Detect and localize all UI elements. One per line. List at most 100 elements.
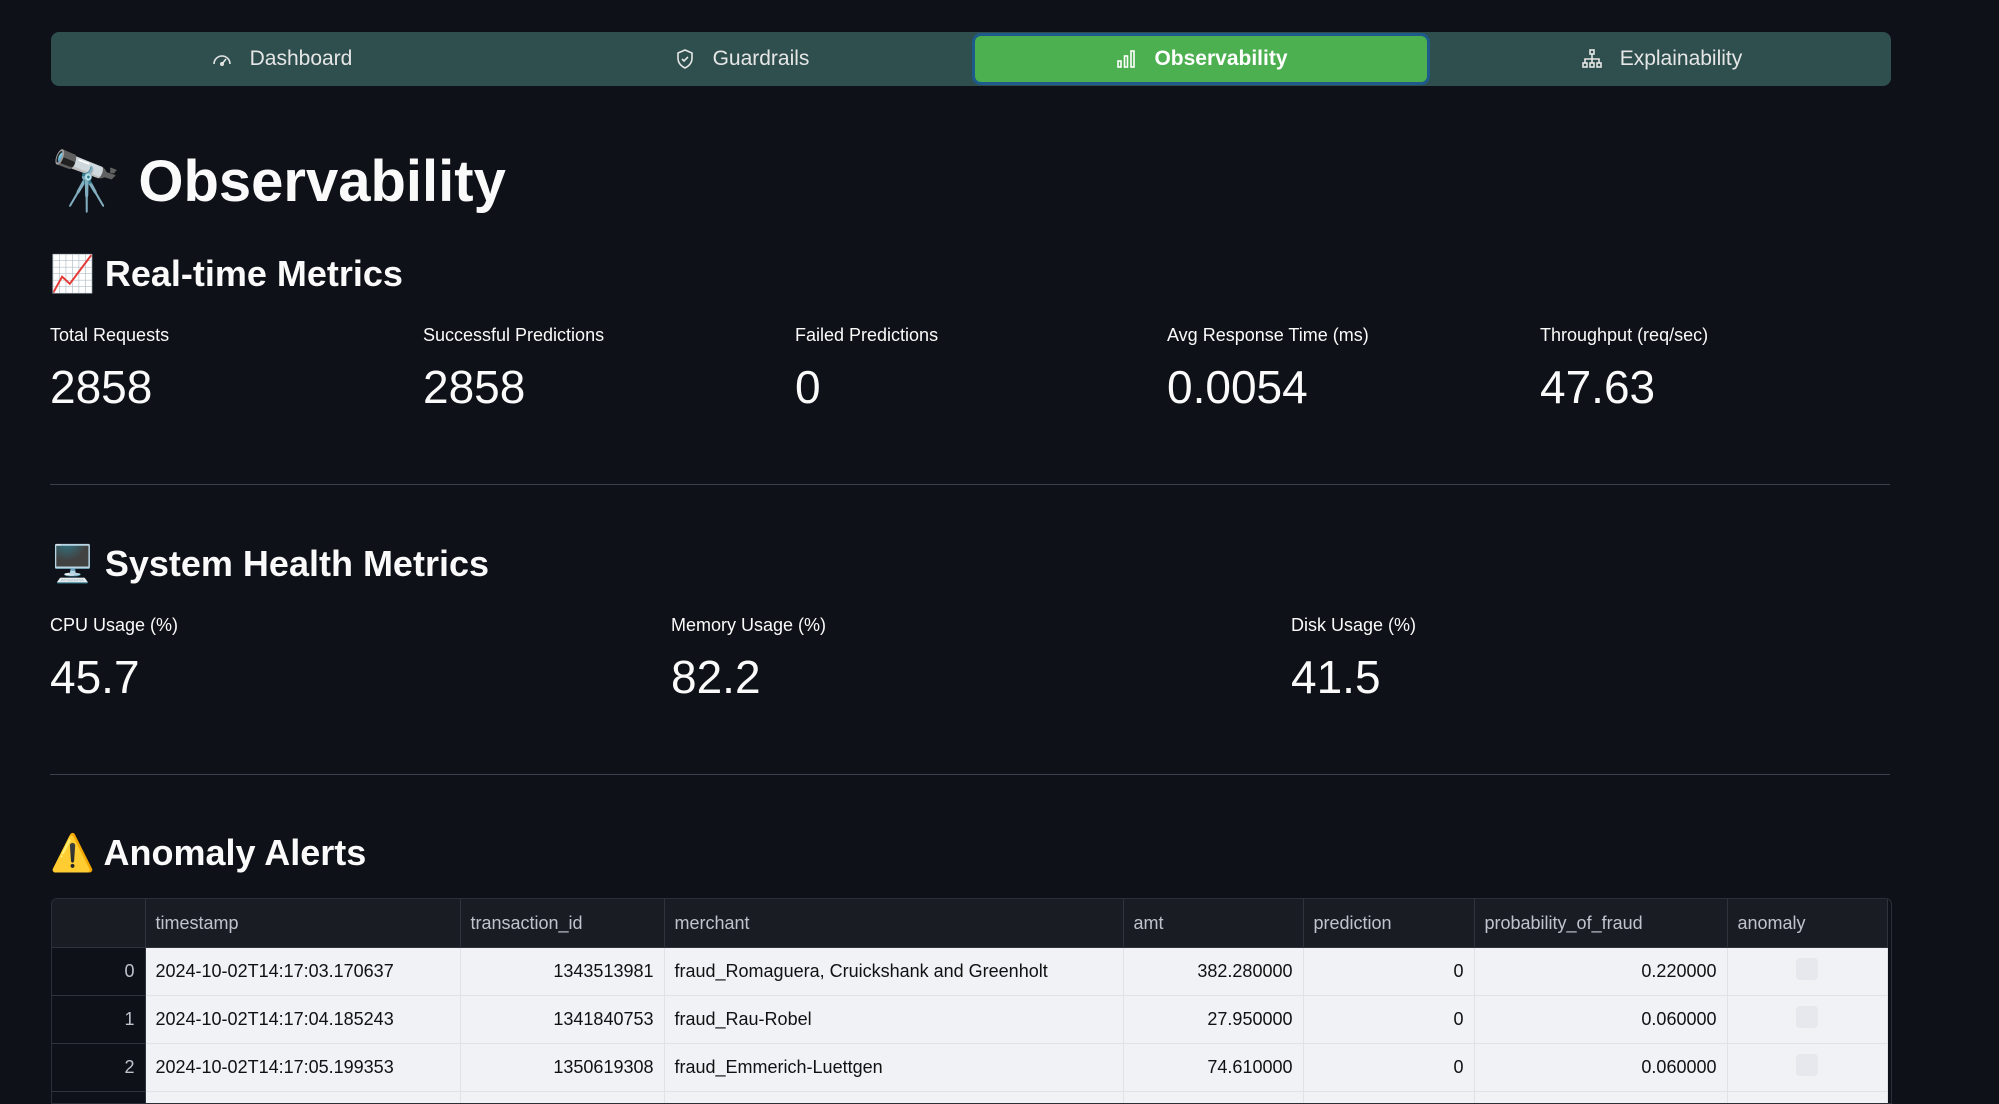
metric-value: 41.5 [1291, 649, 1416, 705]
nav-tab-label: Observability [1154, 47, 1287, 71]
system-health-heading: 🖥️ System Health Metrics [50, 541, 489, 588]
table-row[interactable]: 0 2024-10-02T14:17:03.170637 1343513981 … [52, 948, 1887, 996]
anomaly-table[interactable]: timestamp transaction_id merchant amt pr… [51, 898, 1892, 1104]
metric-value: 47.63 [1540, 359, 1708, 415]
metric-throughput: Throughput (req/sec) 47.63 [1540, 323, 1708, 415]
metric-label: Successful Predictions [423, 323, 604, 347]
metric-value: 2858 [50, 359, 169, 415]
metric-failed-predictions: Failed Predictions 0 [795, 323, 938, 415]
metric-label: Throughput (req/sec) [1540, 323, 1708, 347]
metric-avg-response-time: Avg Response Time (ms) 0.0054 [1167, 323, 1369, 415]
amt-cell[interactable]: 74.610000 [1123, 1044, 1303, 1092]
transaction-id-cell[interactable]: 1343513981 [460, 948, 664, 996]
table-row[interactable] [52, 1092, 1887, 1104]
bar-chart-icon [1114, 47, 1138, 71]
nav-tab-explainability[interactable]: Explainability [1435, 36, 1887, 82]
anomaly-checkbox[interactable] [1796, 958, 1818, 980]
table-row[interactable]: 2 2024-10-02T14:17:05.199353 1350619308 … [52, 1044, 1887, 1092]
anomaly-alerts-heading: ⚠️ Anomaly Alerts [50, 830, 366, 877]
transaction-id-cell[interactable]: 1350619308 [460, 1044, 664, 1092]
metric-label: Total Requests [50, 323, 169, 347]
amt-cell[interactable]: 382.280000 [1123, 948, 1303, 996]
probability-cell[interactable]: 0.060000 [1474, 1044, 1727, 1092]
column-header[interactable]: anomaly [1727, 899, 1887, 948]
prediction-cell[interactable]: 0 [1303, 1044, 1474, 1092]
metric-successful-predictions: Successful Predictions 2858 [423, 323, 604, 415]
metric-label: Memory Usage (%) [671, 613, 826, 637]
realtime-metrics-heading: 📈 Real-time Metrics [50, 251, 403, 298]
amt-cell[interactable]: 27.950000 [1123, 996, 1303, 1044]
shield-icon [673, 47, 697, 71]
table-cell[interactable] [1474, 1092, 1727, 1104]
row-index: 2 [52, 1044, 145, 1092]
table-cell[interactable] [145, 1092, 460, 1104]
prediction-cell[interactable]: 0 [1303, 996, 1474, 1044]
merchant-cell[interactable]: fraud_Rau-Robel [664, 996, 1123, 1044]
metric-label: CPU Usage (%) [50, 613, 178, 637]
table-cell[interactable] [1123, 1092, 1303, 1104]
metric-memory-usage: Memory Usage (%) 82.2 [671, 613, 826, 705]
column-header[interactable]: probability_of_fraud [1474, 899, 1727, 948]
column-header[interactable]: amt [1123, 899, 1303, 948]
prediction-cell[interactable]: 0 [1303, 948, 1474, 996]
anomaly-checkbox[interactable] [1796, 1054, 1818, 1076]
anomaly-cell[interactable] [1727, 948, 1887, 996]
nav-tab-label: Dashboard [250, 47, 353, 71]
section-title-text: Real-time Metrics [105, 253, 403, 294]
row-index [52, 1092, 145, 1104]
page-title-text: Observability [138, 149, 505, 214]
anomaly-cell[interactable] [1727, 996, 1887, 1044]
nav-tab-label: Explainability [1620, 47, 1743, 71]
nav-tab-guardrails[interactable]: Guardrails [515, 36, 967, 82]
section-divider [50, 774, 1890, 775]
column-header[interactable]: timestamp [145, 899, 460, 948]
section-title-text: Anomaly Alerts [104, 832, 367, 873]
merchant-cell[interactable]: fraud_Emmerich-Luettgen [664, 1044, 1123, 1092]
row-index: 1 [52, 996, 145, 1044]
nav-tab-dashboard[interactable]: Dashboard [55, 36, 507, 82]
metric-value: 45.7 [50, 649, 178, 705]
metric-cpu-usage: CPU Usage (%) 45.7 [50, 613, 178, 705]
section-divider [50, 484, 1890, 485]
page-title: 🔭 Observability [50, 145, 506, 218]
chart-increasing-icon: 📈 [50, 254, 95, 295]
timestamp-cell[interactable]: 2024-10-02T14:17:03.170637 [145, 948, 460, 996]
telescope-icon: 🔭 [50, 147, 122, 215]
row-index: 0 [52, 948, 145, 996]
gauge-icon [210, 47, 234, 71]
column-header[interactable]: merchant [664, 899, 1123, 948]
metric-value: 0 [795, 359, 938, 415]
warning-icon: ⚠️ [50, 833, 95, 874]
table-cell[interactable] [460, 1092, 664, 1104]
section-title-text: System Health Metrics [105, 543, 489, 584]
probability-cell[interactable]: 0.220000 [1474, 948, 1727, 996]
nav-tab-observability[interactable]: Observability [975, 36, 1427, 82]
transaction-id-cell[interactable]: 1341840753 [460, 996, 664, 1044]
metric-total-requests: Total Requests 2858 [50, 323, 169, 415]
desktop-computer-icon: 🖥️ [50, 544, 95, 585]
metric-label: Failed Predictions [795, 323, 938, 347]
top-navigation: Dashboard Guardrails Observability Expla… [51, 32, 1891, 86]
timestamp-cell[interactable]: 2024-10-02T14:17:05.199353 [145, 1044, 460, 1092]
timestamp-cell[interactable]: 2024-10-02T14:17:04.185243 [145, 996, 460, 1044]
table-header-row: timestamp transaction_id merchant amt pr… [52, 899, 1887, 948]
probability-cell[interactable]: 0.060000 [1474, 996, 1727, 1044]
index-column-header [52, 899, 145, 948]
column-header[interactable]: prediction [1303, 899, 1474, 948]
column-header[interactable]: transaction_id [460, 899, 664, 948]
table-cell[interactable] [1303, 1092, 1474, 1104]
nav-tab-label: Guardrails [713, 47, 810, 71]
merchant-cell[interactable]: fraud_Romaguera, Cruickshank and Greenho… [664, 948, 1123, 996]
table-row[interactable]: 1 2024-10-02T14:17:04.185243 1341840753 … [52, 996, 1887, 1044]
hierarchy-icon [1580, 47, 1604, 71]
metric-label: Disk Usage (%) [1291, 613, 1416, 637]
metric-value: 0.0054 [1167, 359, 1369, 415]
metric-value: 2858 [423, 359, 604, 415]
anomaly-cell[interactable] [1727, 1044, 1887, 1092]
metric-label: Avg Response Time (ms) [1167, 323, 1369, 347]
anomaly-checkbox[interactable] [1796, 1006, 1818, 1028]
metric-disk-usage: Disk Usage (%) 41.5 [1291, 613, 1416, 705]
table-cell[interactable] [664, 1092, 1123, 1104]
metric-value: 82.2 [671, 649, 826, 705]
table-cell[interactable] [1727, 1092, 1887, 1104]
